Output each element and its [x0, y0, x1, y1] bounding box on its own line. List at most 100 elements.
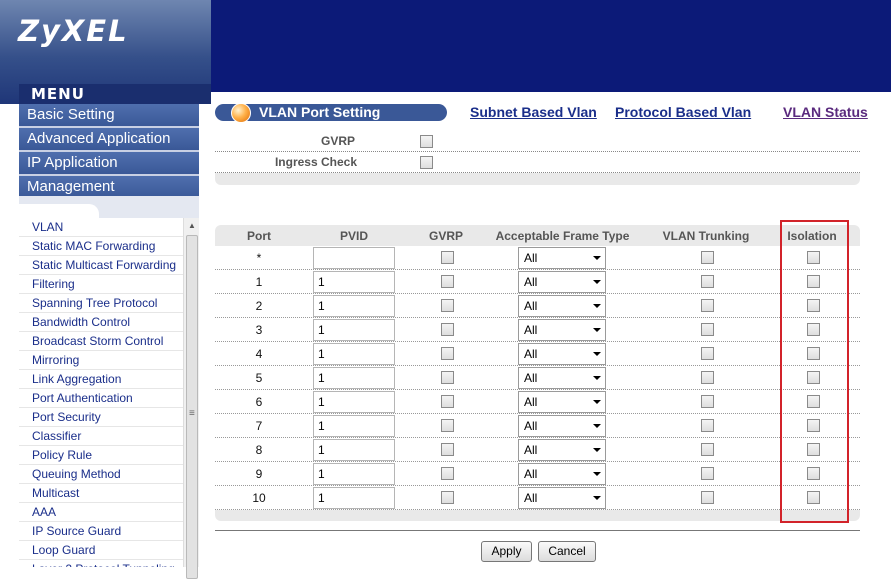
submenu-tab	[19, 204, 99, 218]
menu-advanced-application[interactable]: Advanced Application	[19, 128, 199, 152]
submenu-scrollbar[interactable]: ▲ ≡	[183, 218, 200, 579]
submenu-item[interactable]: Port Security	[19, 408, 183, 427]
gvrp-port-checkbox[interactable]	[441, 371, 454, 384]
ingress-check-checkbox[interactable]	[420, 156, 433, 169]
submenu-item[interactable]: VLAN	[19, 218, 183, 237]
frame-type-select[interactable]: All	[518, 271, 606, 293]
vlan-trunking-checkbox[interactable]	[701, 491, 714, 504]
pvid-input[interactable]: 1	[313, 391, 395, 413]
pvid-input[interactable]: 1	[313, 367, 395, 389]
col-frame-type: Acceptable Frame Type	[495, 229, 630, 243]
vlan-trunking-checkbox[interactable]	[701, 275, 714, 288]
submenu-item[interactable]: Queuing Method	[19, 465, 183, 484]
vlan-trunking-checkbox[interactable]	[701, 419, 714, 432]
port-number: 4	[255, 347, 263, 361]
port-table-panel: Port PVID GVRP Acceptable Frame Type VLA…	[215, 225, 860, 521]
submenu-item[interactable]: Classifier	[19, 427, 183, 446]
main-menu: Basic Setting Advanced Application IP Ap…	[19, 104, 199, 200]
vlan-trunking-checkbox[interactable]	[701, 467, 714, 480]
gvrp-port-checkbox[interactable]	[441, 323, 454, 336]
vlan-trunking-checkbox[interactable]	[701, 443, 714, 456]
pvid-input[interactable]: 1	[313, 319, 395, 341]
port-number: *	[256, 251, 262, 265]
cancel-button[interactable]: Cancel	[538, 541, 596, 562]
vlan-trunking-checkbox[interactable]	[701, 323, 714, 336]
submenu-item[interactable]: Filtering	[19, 275, 183, 294]
submenu-item[interactable]: AAA	[19, 503, 183, 522]
pvid-input[interactable]: 1	[313, 487, 395, 509]
dropdown-arrow-icon	[593, 256, 601, 260]
submenu-item[interactable]: Policy Rule	[19, 446, 183, 465]
gvrp-port-checkbox[interactable]	[441, 347, 454, 360]
gvrp-row: GVRP	[215, 131, 860, 152]
vlan-trunking-checkbox[interactable]	[701, 251, 714, 264]
global-options-panel: GVRP Ingress Check	[215, 131, 860, 185]
gvrp-port-checkbox[interactable]	[441, 299, 454, 312]
submenu-item[interactable]: Broadcast Storm Control	[19, 332, 183, 351]
vlan-trunking-checkbox[interactable]	[701, 371, 714, 384]
frame-type-select[interactable]: All	[518, 247, 606, 269]
submenu-item[interactable]: Port Authentication	[19, 389, 183, 408]
frame-type-select[interactable]: All	[518, 487, 606, 509]
table-row: 2 1 All	[215, 294, 860, 318]
link-vlan-status[interactable]: VLAN Status	[783, 104, 868, 121]
frame-type-select[interactable]: All	[518, 295, 606, 317]
dropdown-arrow-icon	[593, 376, 601, 380]
frame-type-select[interactable]: All	[518, 367, 606, 389]
pvid-input[interactable]: 1	[313, 439, 395, 461]
frame-type-value: All	[524, 491, 538, 505]
table-body: * All 1 1 All 2 1 All 3 1 All 4 1 All 5 1 All 6 1 All 7 1 All 8…	[215, 246, 860, 510]
scroll-thumb[interactable]: ≡	[186, 235, 198, 579]
table-row: 7 1 All	[215, 414, 860, 438]
submenu-item[interactable]: Spanning Tree Protocol	[19, 294, 183, 313]
submenu-item[interactable]: Link Aggregation	[19, 370, 183, 389]
scroll-up-arrow-icon[interactable]: ▲	[184, 218, 200, 234]
gvrp-port-checkbox[interactable]	[441, 491, 454, 504]
port-number: 2	[255, 299, 263, 313]
submenu-item[interactable]: IP Source Guard	[19, 522, 183, 541]
vlan-trunking-checkbox[interactable]	[701, 347, 714, 360]
submenu-item[interactable]: Static MAC Forwarding	[19, 237, 183, 256]
submenu-item[interactable]: Static Multicast Forwarding	[19, 256, 183, 275]
port-number: 10	[252, 491, 266, 505]
pvid-input[interactable]: 1	[313, 271, 395, 293]
gvrp-port-checkbox[interactable]	[441, 395, 454, 408]
pvid-input[interactable]: 1	[313, 343, 395, 365]
gvrp-port-checkbox[interactable]	[441, 467, 454, 480]
frame-type-select[interactable]: All	[518, 439, 606, 461]
gvrp-port-checkbox[interactable]	[441, 443, 454, 456]
table-row: * All	[215, 246, 860, 270]
link-protocol-based-vlan[interactable]: Protocol Based Vlan	[615, 104, 751, 121]
submenu-item[interactable]: Loop Guard	[19, 541, 183, 560]
col-pvid: PVID	[339, 229, 368, 243]
pvid-input[interactable]: 1	[313, 295, 395, 317]
gvrp-port-checkbox[interactable]	[441, 275, 454, 288]
table-row: 6 1 All	[215, 390, 860, 414]
apply-button[interactable]: Apply	[481, 541, 532, 562]
dropdown-arrow-icon	[593, 424, 601, 428]
vlan-trunking-checkbox[interactable]	[701, 395, 714, 408]
gvrp-port-checkbox[interactable]	[441, 419, 454, 432]
pvid-input[interactable]: 1	[313, 415, 395, 437]
pvid-input[interactable]	[313, 247, 395, 269]
frame-type-value: All	[524, 443, 538, 457]
menu-basic-setting[interactable]: Basic Setting	[19, 104, 199, 128]
gvrp-port-checkbox[interactable]	[441, 251, 454, 264]
submenu-item[interactable]: Mirroring	[19, 351, 183, 370]
link-subnet-based-vlan[interactable]: Subnet Based Vlan	[470, 104, 597, 121]
frame-type-select[interactable]: All	[518, 319, 606, 341]
vlan-trunking-checkbox[interactable]	[701, 299, 714, 312]
frame-type-select[interactable]: All	[518, 463, 606, 485]
port-number: 7	[255, 419, 263, 433]
frame-type-value: All	[524, 419, 538, 433]
submenu-item[interactable]: Layer 2 Protocol Tunneling	[19, 560, 183, 567]
frame-type-select[interactable]: All	[518, 415, 606, 437]
menu-ip-application[interactable]: IP Application	[19, 152, 199, 176]
pvid-input[interactable]: 1	[313, 463, 395, 485]
table-row: 9 1 All	[215, 462, 860, 486]
frame-type-select[interactable]: All	[518, 343, 606, 365]
submenu-item[interactable]: Multicast	[19, 484, 183, 503]
frame-type-select[interactable]: All	[518, 391, 606, 413]
submenu-item[interactable]: Bandwidth Control	[19, 313, 183, 332]
gvrp-checkbox[interactable]	[420, 135, 433, 148]
